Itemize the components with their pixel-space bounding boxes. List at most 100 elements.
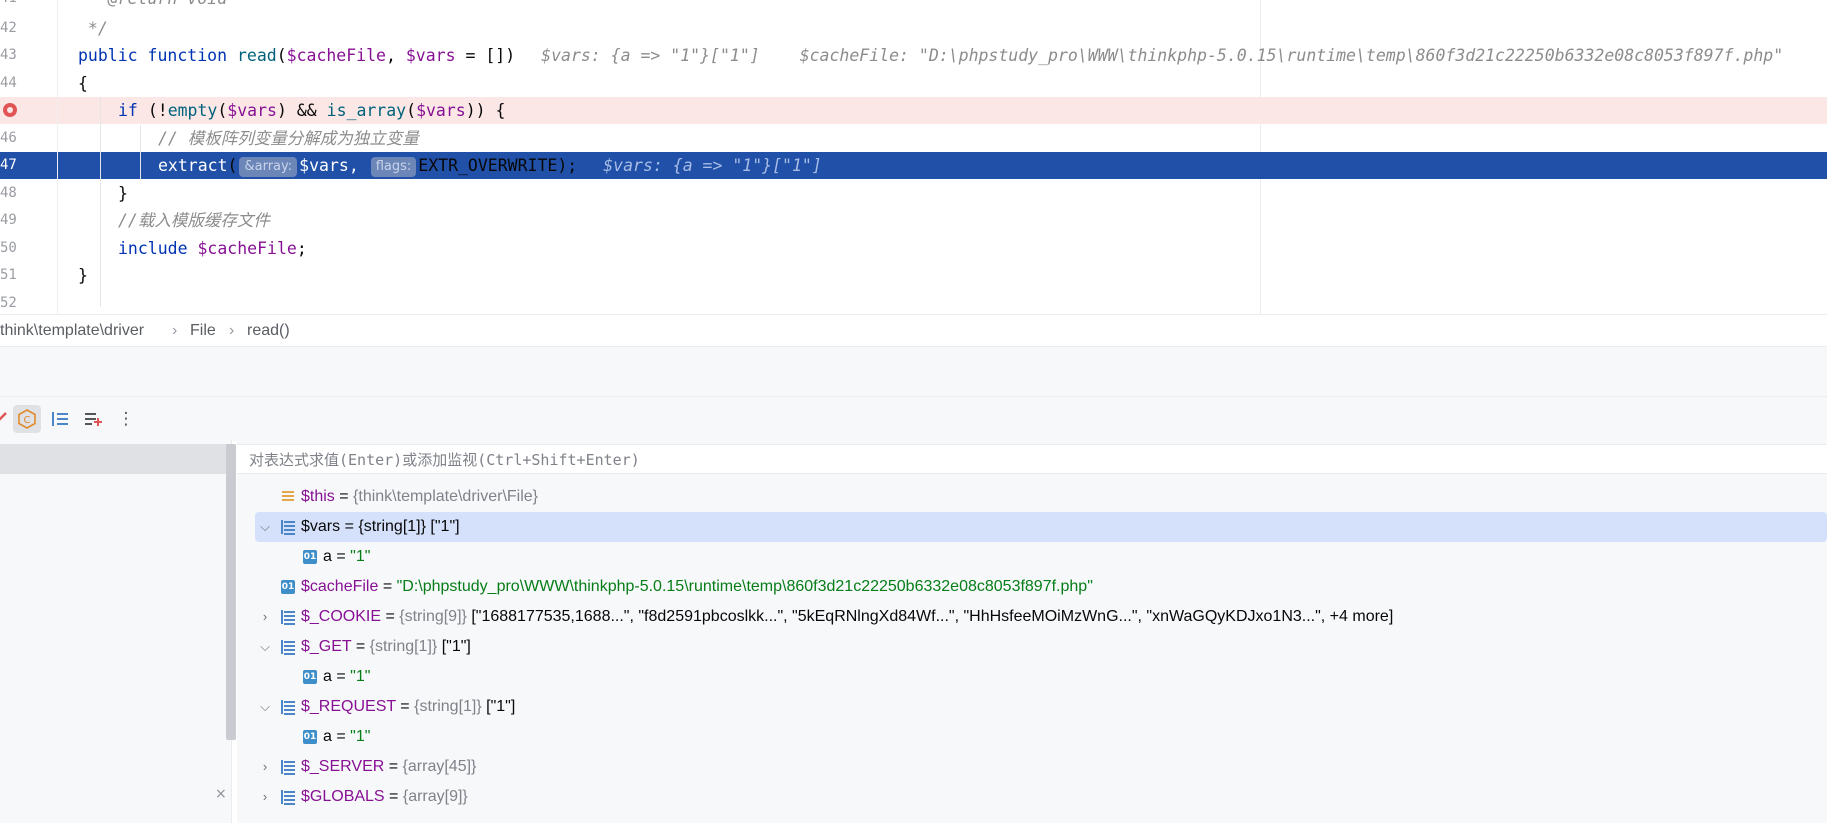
code-token: ( — [406, 101, 417, 120]
parameter-hint: flags: — [370, 157, 417, 177]
variable-text: $cacheFile = "D:\phpstudy_pro\WWW\thinkp… — [301, 572, 1093, 602]
code-token: $vars — [416, 101, 466, 120]
variable-row[interactable]: 01 a = "1" — [255, 542, 1827, 572]
chevron-right-icon[interactable]: › — [258, 752, 272, 782]
code-token: function — [147, 46, 237, 65]
equals-sign: = — [384, 788, 403, 805]
code-token: ( — [276, 46, 287, 65]
line-number[interactable]: 43 — [0, 47, 40, 63]
line-number[interactable]: 41 — [0, 0, 40, 6]
code-line[interactable]: 47 extract(&array: $vars, flags: EXTR_OVERW… — [0, 152, 1827, 179]
variable-row[interactable]: › $GLOBALS = {array[9]} — [255, 782, 1827, 812]
code-token: * @return void — [78, 0, 227, 8]
frames-icon[interactable] — [46, 405, 74, 433]
code-line[interactable]: 42 */ — [0, 15, 1827, 42]
breadcrumb-class[interactable]: File — [190, 322, 216, 340]
chevron-down-icon[interactable]: ⌵ — [258, 692, 272, 722]
breadcrumb-namespace[interactable]: think\template\driver — [0, 322, 144, 340]
chevron-down-icon[interactable]: ⌵ — [258, 512, 272, 542]
variable-row[interactable]: 01 a = "1" — [255, 662, 1827, 692]
code-line[interactable]: 44 { — [0, 70, 1827, 97]
code-editor[interactable]: 41 * @return void 42 */ 43 public function … — [0, 0, 1827, 314]
breadcrumb-method[interactable]: read() — [247, 322, 290, 340]
frames-panel[interactable]: × — [0, 440, 236, 823]
inline-debug-value: $cacheFile: "D:\phpstudy_pro\WWW\thinkph… — [799, 46, 1784, 65]
variable-row[interactable]: ⌵ $_GET = {string[1]} ["1"] — [255, 632, 1827, 662]
code-token: } — [78, 266, 88, 285]
variable-name: $_GET — [301, 638, 352, 655]
variable-value: ["1688177535,1688...", "f8d2591pbcoslkk.… — [466, 608, 1394, 625]
variable-text: $this = {think\template\driver\File} — [301, 482, 538, 512]
variable-text: $GLOBALS = {array[9]} — [301, 782, 468, 812]
chevron-right-icon[interactable]: › — [258, 782, 272, 812]
evaluate-expression-input[interactable]: 对表达式求值(Enter)或添加监视(Ctrl+Shift+Enter) — [237, 444, 1827, 474]
variable-row[interactable]: 01 a = "1" — [255, 722, 1827, 752]
coverage-icon[interactable]: C — [13, 405, 41, 433]
code-token: empty — [167, 101, 218, 120]
variable-type: {array[45]} — [402, 758, 477, 775]
code-line[interactable]: 49 //载入模版缓存文件 — [0, 207, 1827, 234]
code-text: } — [118, 180, 128, 207]
chevron-right-icon[interactable]: › — [258, 602, 272, 632]
variable-type: {string[1]} — [369, 638, 438, 655]
code-line[interactable]: 43 public function read($cacheFile, $vars… — [0, 42, 1827, 69]
line-number[interactable]: 50 — [0, 240, 40, 256]
variable-type: {think\template\driver\File} — [353, 488, 539, 505]
code-line[interactable]: if (!empty($vars) && is_array($vars)) { — [0, 97, 1827, 124]
code-line[interactable]: 50 include $cacheFile; — [0, 235, 1827, 262]
variable-row[interactable]: › $_SERVER = {array[45]} — [255, 752, 1827, 782]
line-number[interactable]: 44 — [0, 75, 40, 91]
code-token: { — [78, 74, 88, 93]
indent-guide — [140, 125, 141, 180]
code-text: //载入模版缓存文件 — [118, 207, 270, 234]
line-number[interactable]: 47 — [0, 157, 40, 173]
code-text: extract(&array: $vars, flags: EXTR_OVERWRI… — [158, 152, 822, 179]
equals-sign: = — [331, 668, 351, 685]
variable-text: $_REQUEST = {string[1]} ["1"] — [301, 692, 515, 722]
code-token: public — [78, 46, 148, 65]
code-text: public function read($cacheFile, $vars =… — [78, 42, 1783, 69]
code-line[interactable]: 52 — [0, 290, 1827, 314]
variable-name: $_COOKIE — [301, 608, 382, 625]
variable-text: a = "1" — [323, 722, 370, 752]
variable-name: $_REQUEST — [301, 698, 396, 715]
variable-row[interactable]: › $_COOKIE = {string[9]} ["1688177535,168… — [255, 602, 1827, 632]
variable-text: $_SERVER = {array[45]} — [301, 752, 476, 782]
breakpoint-icon[interactable] — [3, 103, 17, 117]
selected-frame[interactable] — [0, 444, 231, 474]
code-line[interactable]: 46 // 模板阵列变量分解成为独立变量 — [0, 125, 1827, 152]
variable-row[interactable]: $this = {think\template\driver\File} — [255, 482, 1827, 512]
more-icon[interactable]: ⋮ — [112, 405, 140, 433]
add-watch-icon[interactable] — [79, 405, 107, 433]
line-number[interactable]: 46 — [0, 130, 40, 146]
equals-sign: = — [351, 638, 370, 655]
variable-row[interactable]: 01 $cacheFile = "D:\phpstudy_pro\WWW\thin… — [255, 572, 1827, 602]
code-token: read — [236, 46, 277, 65]
line-number[interactable]: 51 — [0, 267, 40, 283]
stop-icon[interactable] — [0, 405, 14, 433]
code-line[interactable]: 48} — [0, 180, 1827, 207]
line-number[interactable]: 52 — [0, 295, 40, 311]
variable-type: {string[1]} — [414, 698, 482, 715]
code-token: ) && — [276, 101, 327, 120]
line-number[interactable]: 48 — [0, 185, 40, 201]
code-token: ; — [296, 239, 307, 258]
chevron-down-icon[interactable]: ⌵ — [258, 632, 272, 662]
code-token: // 模板阵列变量分解成为独立变量 — [158, 129, 419, 148]
close-icon[interactable]: × — [215, 786, 227, 802]
frames-scrollbar[interactable] — [226, 444, 236, 740]
variable-row[interactable]: ⌵ $vars = {string[1]} ["1"] — [255, 512, 1827, 542]
variable-name: a — [323, 668, 332, 685]
equals-sign: = — [381, 608, 400, 625]
line-number[interactable]: 49 — [0, 212, 40, 228]
equals-sign: = — [384, 758, 403, 775]
variable-row[interactable]: ⌵ $_REQUEST = {string[1]} ["1"] — [255, 692, 1827, 722]
code-line[interactable]: 51} — [0, 262, 1827, 289]
variable-type: {string[9]} — [399, 608, 467, 625]
code-line[interactable]: 41 * @return void — [0, 0, 1827, 12]
array-icon — [281, 610, 295, 624]
line-number[interactable]: 42 — [0, 20, 40, 36]
equals-sign: = — [334, 488, 354, 505]
primitive-icon: 01 — [281, 580, 295, 594]
equals-sign: = — [340, 518, 359, 535]
